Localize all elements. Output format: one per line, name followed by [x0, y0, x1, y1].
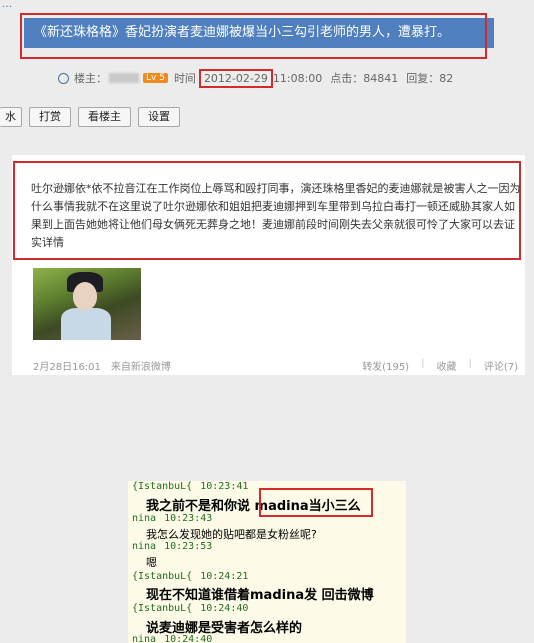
chat-header: {IstanbuL{ 10:24:40	[132, 603, 248, 614]
tip-button[interactable]: 打赏	[29, 107, 71, 127]
chat-message: 嗯	[146, 556, 157, 569]
chat-header: {IstanbuL{ 10:23:41	[132, 481, 248, 492]
breadcrumb[interactable]: …	[0, 0, 534, 10]
chat-sender: {IstanbuL{	[132, 481, 193, 492]
chat-sender: nina	[132, 513, 157, 524]
weibo-source[interactable]: 来自新浪微博	[111, 358, 171, 373]
post-meta: 楼主： Lv 5 时间 2012-02-29 11:08:00 点击：84841…	[58, 68, 528, 88]
water-button[interactable]: 水	[0, 107, 22, 127]
level-badge: Lv 5	[143, 73, 168, 83]
settings-button[interactable]: 设置	[138, 107, 180, 127]
smiley-icon	[58, 72, 69, 84]
post-date: 2012-02-29	[198, 68, 273, 88]
chat-time: 10:24:40	[200, 603, 249, 614]
chat-message: 我怎么发现她的贴吧都是女粉丝呢?	[146, 528, 317, 541]
chat-time: 10:24:40	[164, 634, 213, 643]
chat-time: 10:24:21	[200, 571, 249, 582]
post-time: 11:08:00	[272, 71, 323, 85]
weibo-text: 吐尔逊娜依*依不拉音江在工作岗位上辱骂和殴打同事，演还珠格里香妃的麦迪娜就是被害…	[31, 182, 521, 249]
chat-highlight-box	[259, 488, 373, 517]
chat-header: nina 10:24:40	[132, 634, 212, 643]
time-label: 时间	[173, 72, 196, 85]
owner-label: 楼主：	[74, 72, 107, 85]
weibo-footer: 2月28日16:01 来自新浪微博 转发(195) | 收藏 | 评论(7)	[33, 358, 518, 373]
chat-sender: {IstanbuL{	[132, 571, 193, 582]
click-count: 点击：84841	[330, 72, 399, 85]
chat-sender: {IstanbuL{	[132, 603, 193, 614]
view-owner-button[interactable]: 看楼主	[78, 107, 131, 127]
chat-sender: nina	[132, 634, 157, 643]
chat-message: 现在不知道谁借着madina发 回击微博	[146, 588, 374, 603]
weibo-photo[interactable]	[33, 268, 141, 340]
reply-count: 回复：82	[406, 72, 454, 85]
chat-time: 10:23:43	[164, 513, 213, 524]
chat-sender: nina	[132, 541, 157, 552]
chat-time: 10:23:53	[164, 541, 213, 552]
comment-link[interactable]: 评论(7)	[484, 358, 518, 373]
chat-header: nina 10:23:53	[132, 541, 212, 552]
repost-link[interactable]: 转发(195)	[362, 358, 409, 373]
chat-header: {IstanbuL{ 10:24:21	[132, 571, 248, 582]
action-toolbar: 水 打赏 看楼主 设置	[0, 107, 180, 129]
weibo-date[interactable]: 2月28日16:01	[33, 358, 101, 373]
chat-time: 10:23:41	[200, 481, 249, 492]
blurred-username	[109, 73, 139, 83]
chat-header: nina 10:23:43	[132, 513, 212, 524]
title-highlight-box	[20, 13, 487, 59]
favorite-link[interactable]: 收藏	[436, 358, 456, 373]
